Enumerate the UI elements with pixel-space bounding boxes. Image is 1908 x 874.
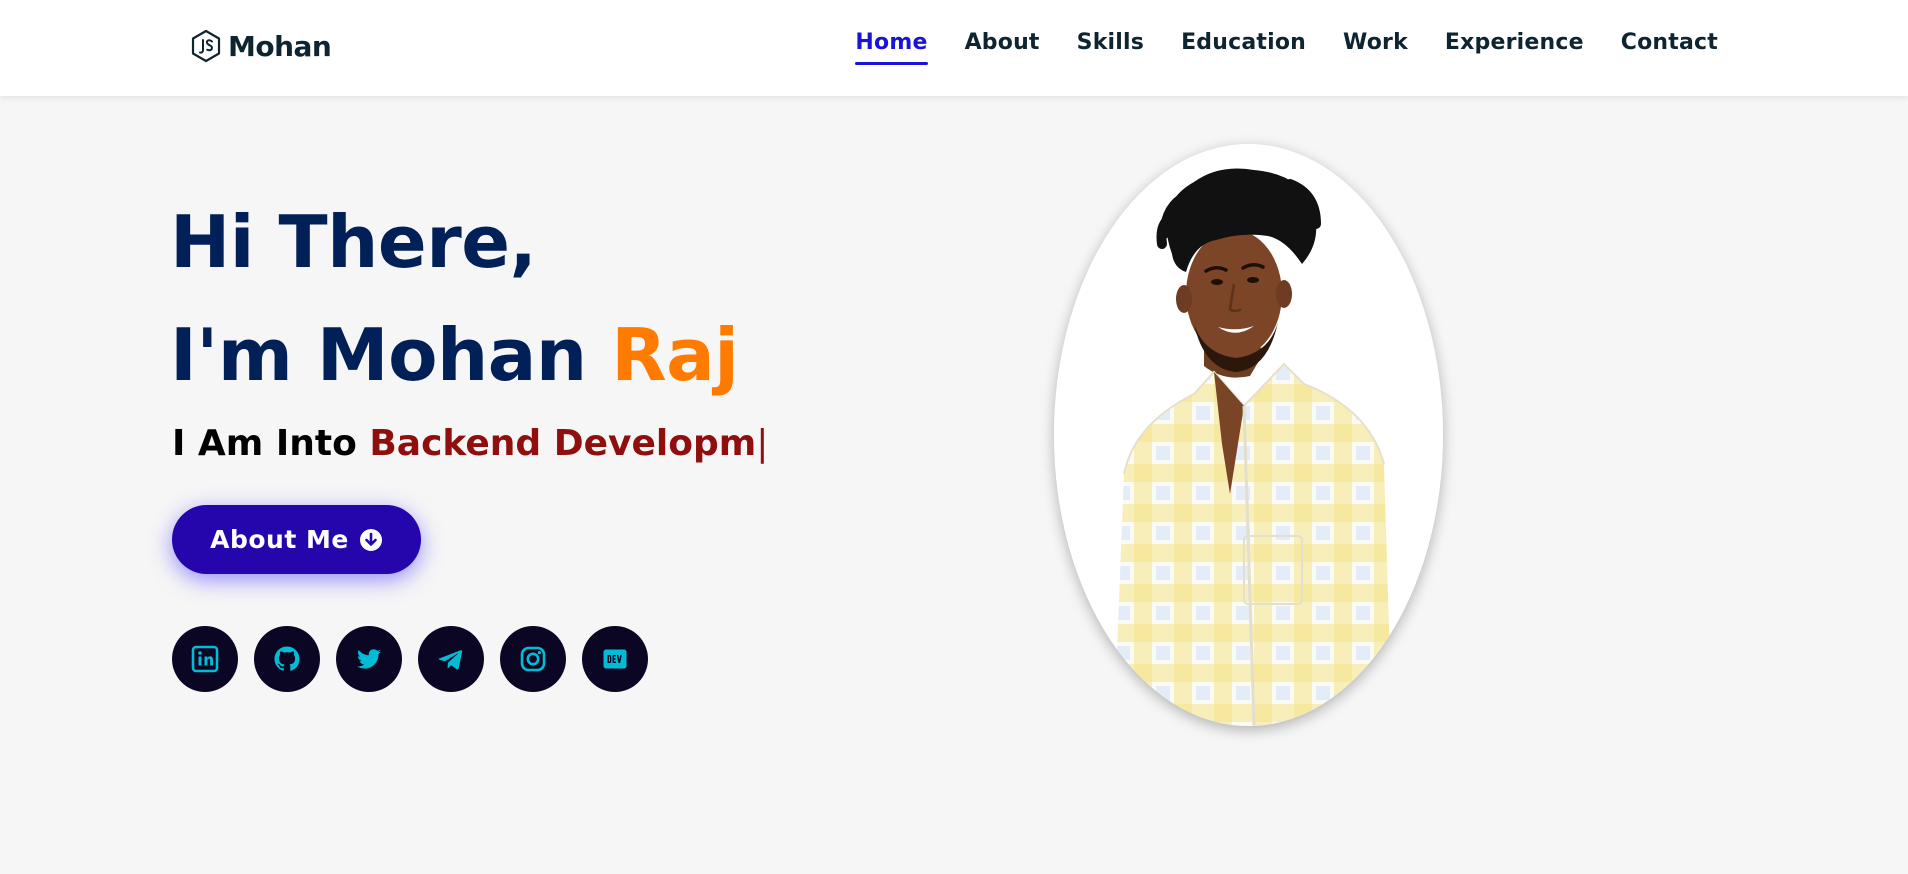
instagram-icon: [520, 646, 546, 672]
main-nav: Home About Skills Education Work Experie…: [855, 30, 1718, 65]
linkedin-link[interactable]: [172, 626, 238, 692]
nav-item-skills[interactable]: Skills: [1077, 30, 1144, 65]
arrow-down-circle-icon: [359, 528, 382, 551]
github-icon: [274, 646, 300, 671]
twitter-icon: [357, 649, 381, 669]
github-link[interactable]: [254, 626, 320, 692]
typing-cursor: |: [756, 423, 769, 464]
nav-item-about[interactable]: About: [965, 30, 1040, 65]
about-me-button-label: About Me: [210, 525, 349, 554]
nav-item-home[interactable]: Home: [855, 30, 928, 65]
about-me-button[interactable]: About Me: [172, 505, 421, 574]
site-header: Mohan Home About Skills Education Work E…: [0, 0, 1908, 96]
linkedin-icon: [191, 645, 219, 673]
telegram-icon: [438, 650, 463, 670]
nav-item-experience[interactable]: Experience: [1445, 30, 1584, 65]
hero-title: Hi There, I'm Mohan Raj: [170, 186, 739, 412]
tagline-typed-text: Backend Developm: [369, 423, 757, 464]
twitter-link[interactable]: [336, 626, 402, 692]
nav-item-contact[interactable]: Contact: [1621, 30, 1718, 65]
dev-link[interactable]: [582, 626, 648, 692]
profile-photo-illustration: [1054, 144, 1443, 726]
hero-intro-line: I'm Mohan Raj: [170, 299, 739, 412]
nav-item-work[interactable]: Work: [1343, 30, 1408, 65]
instagram-link[interactable]: [500, 626, 566, 692]
hero-greeting: Hi There,: [170, 200, 537, 284]
brand-name: Mohan: [228, 29, 332, 63]
brand-logo-link[interactable]: Mohan: [190, 26, 332, 66]
social-links: [172, 626, 648, 692]
tagline-prefix: I Am Into: [172, 423, 370, 464]
hero-name-accent: Raj: [611, 313, 739, 397]
nav-item-education[interactable]: Education: [1181, 30, 1306, 65]
telegram-link[interactable]: [418, 626, 484, 692]
dev-icon: [603, 649, 627, 669]
profile-photo: [1054, 144, 1443, 726]
hero-intro: I'm Mohan: [170, 313, 612, 397]
hero-tagline: I Am Into Backend Developm|: [172, 423, 768, 464]
nodejs-hexagon-icon: [191, 29, 221, 63]
